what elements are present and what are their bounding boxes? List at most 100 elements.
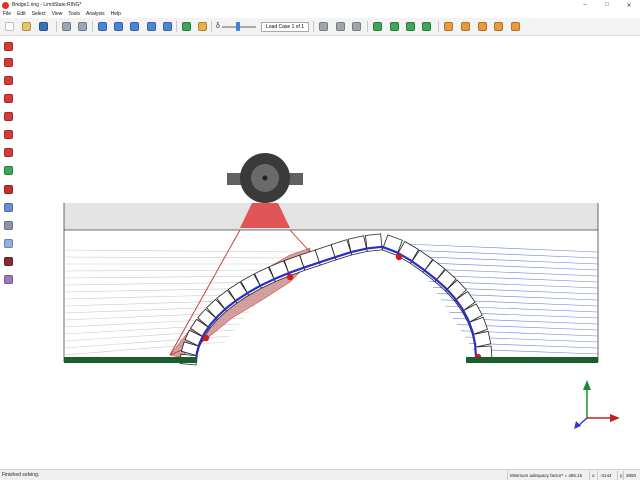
wheel-center (262, 175, 268, 181)
output-button[interactable] (509, 20, 522, 33)
lock-button[interactable] (196, 20, 209, 33)
report-button[interactable] (371, 20, 384, 33)
menu-bar: File Edit Select View Tools Analysis Hel… (0, 10, 640, 18)
title-bar: Bridge1.ring - LimitState:RING* – □ ✕ (0, 0, 640, 10)
model-canvas[interactable] (18, 36, 640, 468)
load-icon (4, 130, 13, 139)
save-icon (39, 22, 48, 31)
chart-button[interactable] (476, 20, 489, 33)
new-file-icon (5, 22, 14, 31)
plot-icon (461, 22, 470, 31)
table-button[interactable] (404, 20, 417, 33)
zoom-button[interactable] (112, 20, 125, 33)
spandrel-icon (4, 76, 13, 85)
view-button[interactable] (161, 20, 174, 33)
close-button[interactable]: ✕ (618, 0, 640, 10)
dispersion-line (404, 243, 599, 253)
rotate-button[interactable] (145, 20, 158, 33)
zoom-icon (114, 22, 123, 31)
wrench-button[interactable] (317, 20, 330, 33)
plot-button[interactable] (459, 20, 472, 33)
open-folder-button[interactable] (20, 20, 33, 33)
menu-help[interactable]: Help (111, 11, 121, 17)
status-message: Finished solving. (2, 472, 40, 478)
measure-button[interactable] (334, 20, 347, 33)
y-axis-arrow-icon (583, 380, 591, 390)
menu-edit[interactable]: Edit (17, 11, 26, 17)
report-icon (373, 22, 382, 31)
axle-icon (4, 166, 13, 175)
dispersion-line (408, 249, 599, 259)
block-lightblue-tool-button[interactable] (2, 237, 15, 250)
block-blue-tool-button[interactable] (2, 201, 15, 214)
view-icon (163, 22, 172, 31)
x-coord: -3144 (597, 471, 617, 480)
toolbar-separator (438, 21, 439, 32)
undo-button[interactable] (60, 20, 73, 33)
menu-file[interactable]: File (3, 11, 11, 17)
menu-select[interactable]: Select (32, 11, 46, 17)
select-button[interactable] (96, 20, 109, 33)
block-red-icon (4, 185, 13, 194)
z-axis-arrow-icon (574, 421, 581, 429)
check-button[interactable] (420, 20, 433, 33)
load-spread-right (289, 229, 311, 253)
fill-pressure-line (63, 269, 286, 272)
redo-button[interactable] (76, 20, 89, 33)
pan-button[interactable] (128, 20, 141, 33)
export-button[interactable] (388, 20, 401, 33)
x-coord-label: x: (589, 471, 597, 480)
load-slider-thumb[interactable] (236, 22, 240, 31)
y-coord: 3650 (623, 471, 640, 480)
axle-tool-button[interactable] (2, 164, 15, 177)
toolbar-separator (367, 21, 368, 32)
menu-analysis[interactable]: Analysis (86, 11, 105, 17)
barrel-icon (4, 58, 13, 67)
block-grey-tool-button[interactable] (2, 219, 15, 232)
wrench-icon (319, 22, 328, 31)
fill-tool-button[interactable] (2, 92, 15, 105)
stats-button[interactable] (492, 20, 505, 33)
window-title: Bridge1.ring - LimitState:RING* (12, 2, 82, 8)
backfill-tool-button[interactable] (2, 110, 15, 123)
hinge-point (202, 334, 210, 342)
toolbar-separator (176, 21, 177, 32)
dispersion-line (412, 256, 599, 265)
support-tool-button[interactable] (2, 146, 15, 159)
left-abutment-ground (64, 357, 197, 363)
save-button[interactable] (37, 20, 50, 33)
axle-wheel (227, 153, 303, 203)
run-button[interactable] (180, 20, 193, 33)
maximize-button[interactable]: □ (596, 0, 618, 10)
menu-view[interactable]: View (52, 11, 63, 17)
bridge-drawing[interactable] (18, 36, 640, 468)
load-tool-button[interactable] (2, 128, 15, 141)
redo-icon (78, 22, 87, 31)
barrel-tool-button[interactable] (2, 56, 15, 69)
results-button[interactable] (442, 20, 455, 33)
table-icon (406, 22, 415, 31)
block-red-tool-button[interactable] (2, 183, 15, 196)
block-darkred-icon (4, 257, 13, 266)
arch-tool-button[interactable] (2, 40, 15, 53)
hinge-point (395, 253, 403, 261)
block-purple-icon (4, 275, 13, 284)
probe-button[interactable] (350, 20, 363, 33)
export-icon (390, 22, 399, 31)
chart-icon (478, 22, 487, 31)
block-blue-icon (4, 203, 13, 212)
probe-icon (352, 22, 361, 31)
minimize-button[interactable]: – (574, 0, 596, 10)
measure-icon (336, 22, 345, 31)
new-file-button[interactable] (3, 20, 16, 33)
load-case-select[interactable]: Load Case 1 of 1 (261, 22, 309, 32)
block-darkred-tool-button[interactable] (2, 255, 15, 268)
block-purple-tool-button[interactable] (2, 273, 15, 286)
fill-surface-band (64, 203, 598, 230)
block-grey-icon (4, 221, 13, 230)
undo-icon (62, 22, 71, 31)
rotate-icon (147, 22, 156, 31)
output-icon (511, 22, 520, 31)
spandrel-tool-button[interactable] (2, 74, 15, 87)
menu-tools[interactable]: Tools (68, 11, 80, 17)
